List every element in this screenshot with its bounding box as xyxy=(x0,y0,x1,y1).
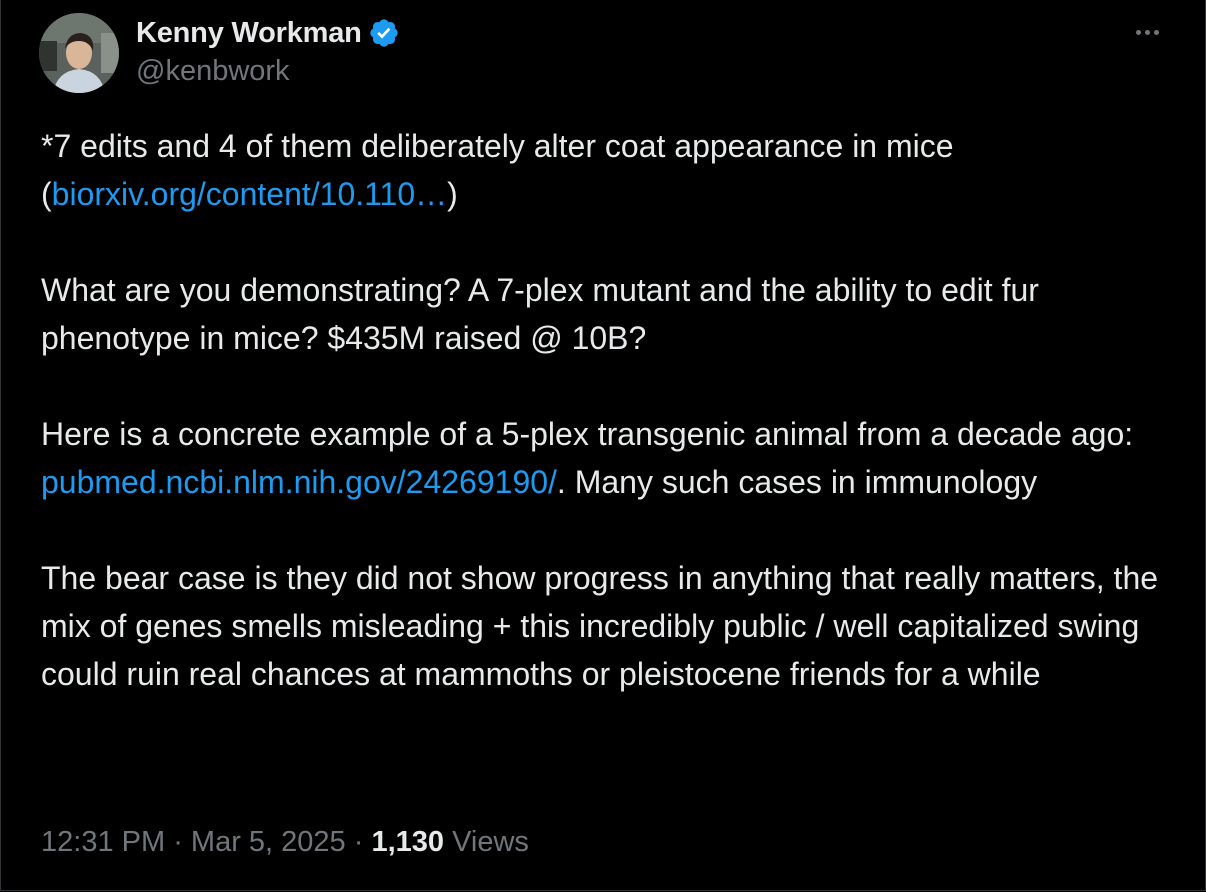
paren-close: ) xyxy=(447,176,458,212)
tweet-paragraph-4: The bear case is they did not show progr… xyxy=(41,560,1159,692)
meta-separator-1: · xyxy=(165,826,191,858)
verified-badge-icon xyxy=(368,17,400,49)
tweet-time[interactable]: 12:31 PM xyxy=(41,826,165,858)
biorxiv-link[interactable]: biorxiv.org/content/10.110… xyxy=(52,176,447,212)
author-name-row: Kenny Workman xyxy=(136,14,400,52)
author-handle[interactable]: @kenbwork xyxy=(136,55,290,88)
more-options-icon[interactable] xyxy=(1129,18,1165,46)
paren-open: ( xyxy=(41,176,52,212)
tweet-paragraph-3: Here is a concrete example of a 5-plex t… xyxy=(41,410,1171,506)
meta-separator-2: · xyxy=(345,826,372,858)
tweet-paragraph-2: What are you demonstrating? A 7-plex mut… xyxy=(41,272,1039,356)
tweet-paragraph-1: *7 edits and 4 of them deliberately alte… xyxy=(41,122,1171,218)
pubmed-link[interactable]: pubmed.ncbi.nlm.nih.gov/24269190/ xyxy=(41,464,557,500)
tweet-text-3b: . Many such cases in immunology xyxy=(556,464,1038,500)
tweet-text: *7 edits and 4 of them deliberately alte… xyxy=(41,122,1171,698)
views-label: Views xyxy=(444,826,529,858)
author-name[interactable]: Kenny Workman xyxy=(136,17,362,50)
views-count: 1,130 xyxy=(371,826,445,858)
tweet-date[interactable]: Mar 5, 2025 xyxy=(191,826,346,858)
tweet-text-1: *7 edits and 4 of them deliberately alte… xyxy=(41,128,954,164)
tweet-text-3a: Here is a concrete example of a 5-plex t… xyxy=(41,416,1134,452)
avatar[interactable] xyxy=(39,13,119,93)
tweet-card: Kenny Workman @kenbwork *7 edits and 4 o… xyxy=(0,0,1206,891)
tweet-meta: 12:31 PM · Mar 5, 2025 · 1,130 Views xyxy=(41,826,529,859)
